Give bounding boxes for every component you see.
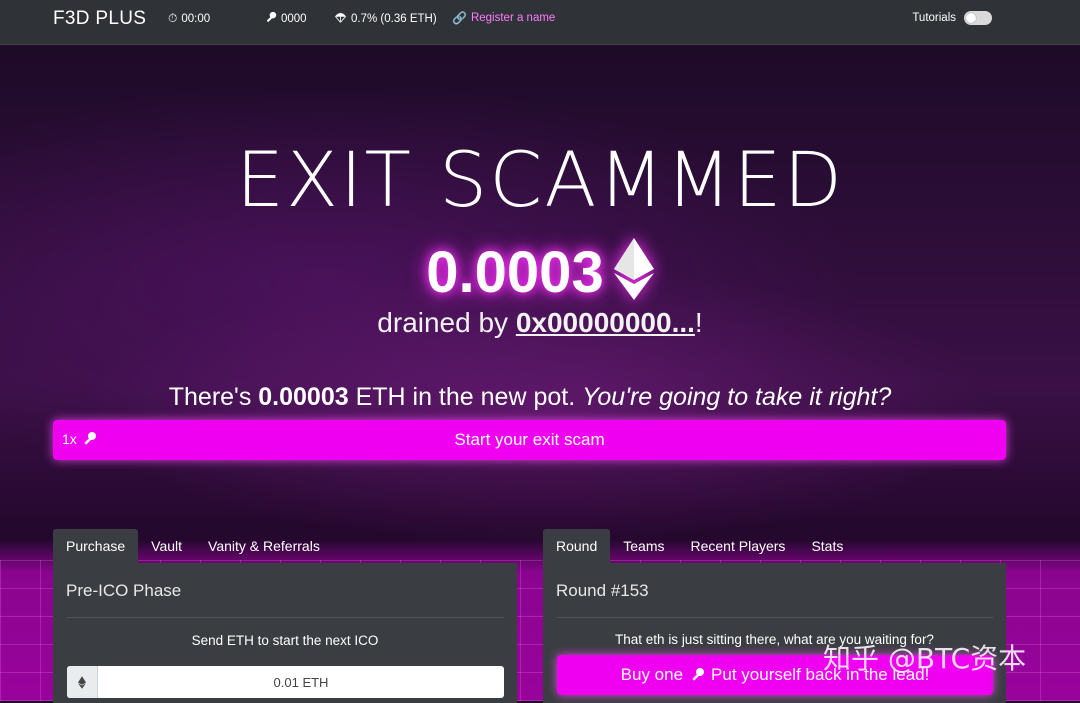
keys-value: 0000	[281, 13, 307, 25]
pot-middle: ETH in the new pot.	[348, 383, 583, 411]
tutorials-toggle[interactable]: Tutorials	[912, 11, 992, 25]
tab-stats[interactable]: Stats	[798, 529, 856, 563]
right-panel-tabs: Round Teams Recent Players Stats	[543, 529, 856, 563]
airdrop-value: 0.7% (0.36 ETH)	[351, 13, 437, 25]
new-pot-message: There's 0.00003 ETH in the new pot. You'…	[0, 383, 1060, 412]
tutorials-switch[interactable]	[964, 11, 992, 25]
link-icon: 🔗	[452, 11, 467, 25]
keys-count: 0000	[264, 11, 307, 27]
key-icon	[84, 432, 96, 445]
buy-label-start: Buy one	[620, 665, 684, 684]
tab-vault[interactable]: Vault	[138, 529, 195, 563]
start-exit-scam-button[interactable]: 1x Start your exit scam	[53, 420, 1006, 460]
left-panel-tabs: Purchase Vault Vanity & Referrals	[53, 529, 333, 563]
key-icon	[692, 668, 705, 681]
divider	[66, 617, 504, 618]
drainer-address-link[interactable]: 0x00000000...	[516, 307, 695, 338]
drained-by-prefix: drained by	[377, 307, 516, 338]
tab-round[interactable]: Round	[543, 529, 611, 563]
tab-vanity-referrals[interactable]: Vanity & Referrals	[195, 529, 333, 563]
pot-amount: 0.00003	[258, 383, 349, 411]
top-navbar: F3D PLUS ⏱ 00:00 0000 0.7% (0.36 ETH) 🔗 …	[0, 0, 1080, 45]
register-name-link[interactable]: 🔗 Register a name	[452, 11, 555, 25]
round-panel: Round #153 That eth is just sitting ther…	[543, 563, 1006, 703]
timer-value: 00:00	[181, 12, 211, 25]
start-exit-scam-label: Start your exit scam	[454, 430, 605, 449]
tab-teams[interactable]: Teams	[610, 529, 677, 563]
drained-by-line: drained by 0x00000000...!	[0, 307, 1080, 339]
eth-amount-input[interactable]	[98, 673, 504, 691]
tab-purchase[interactable]: Purchase	[53, 529, 139, 563]
eth-amount-field[interactable]	[67, 666, 504, 698]
drained-by-suffix: !	[694, 307, 703, 338]
drained-amount: 0.0003	[0, 238, 1080, 306]
airdrop-status: 0.7% (0.36 ETH)	[334, 11, 437, 27]
drained-amount-value: 0.0003	[426, 240, 604, 305]
round-title: Round #153	[556, 581, 649, 600]
brand-logo[interactable]: F3D PLUS	[53, 8, 146, 30]
pot-taunt: You're going to take it right?	[582, 383, 892, 411]
pot-prefix: There's	[168, 383, 259, 411]
key-quantity: 1x	[62, 431, 97, 447]
stopwatch-icon: ⏱	[168, 11, 178, 25]
key-icon	[264, 11, 277, 27]
ethereum-icon	[67, 666, 98, 698]
divider	[556, 617, 993, 618]
tab-recent-players[interactable]: Recent Players	[678, 529, 799, 563]
tutorials-label: Tutorials	[912, 12, 956, 24]
ethereum-icon	[613, 238, 654, 300]
round-timer: ⏱ 00:00	[168, 11, 210, 26]
purchase-panel: Pre-ICO Phase Send ETH to start the next…	[53, 563, 517, 703]
panel-subtitle: Send ETH to start the next ICO	[191, 633, 379, 648]
exit-scammed-title: EXIT SCAMMED	[235, 135, 845, 224]
key-quantity-value: 1x	[62, 431, 77, 447]
register-name-label[interactable]: Register a name	[471, 12, 555, 24]
panel-title: Pre-ICO Phase	[66, 581, 182, 600]
watermark: 知乎 @BTC资本	[823, 642, 1027, 675]
parachute-icon	[334, 11, 347, 27]
